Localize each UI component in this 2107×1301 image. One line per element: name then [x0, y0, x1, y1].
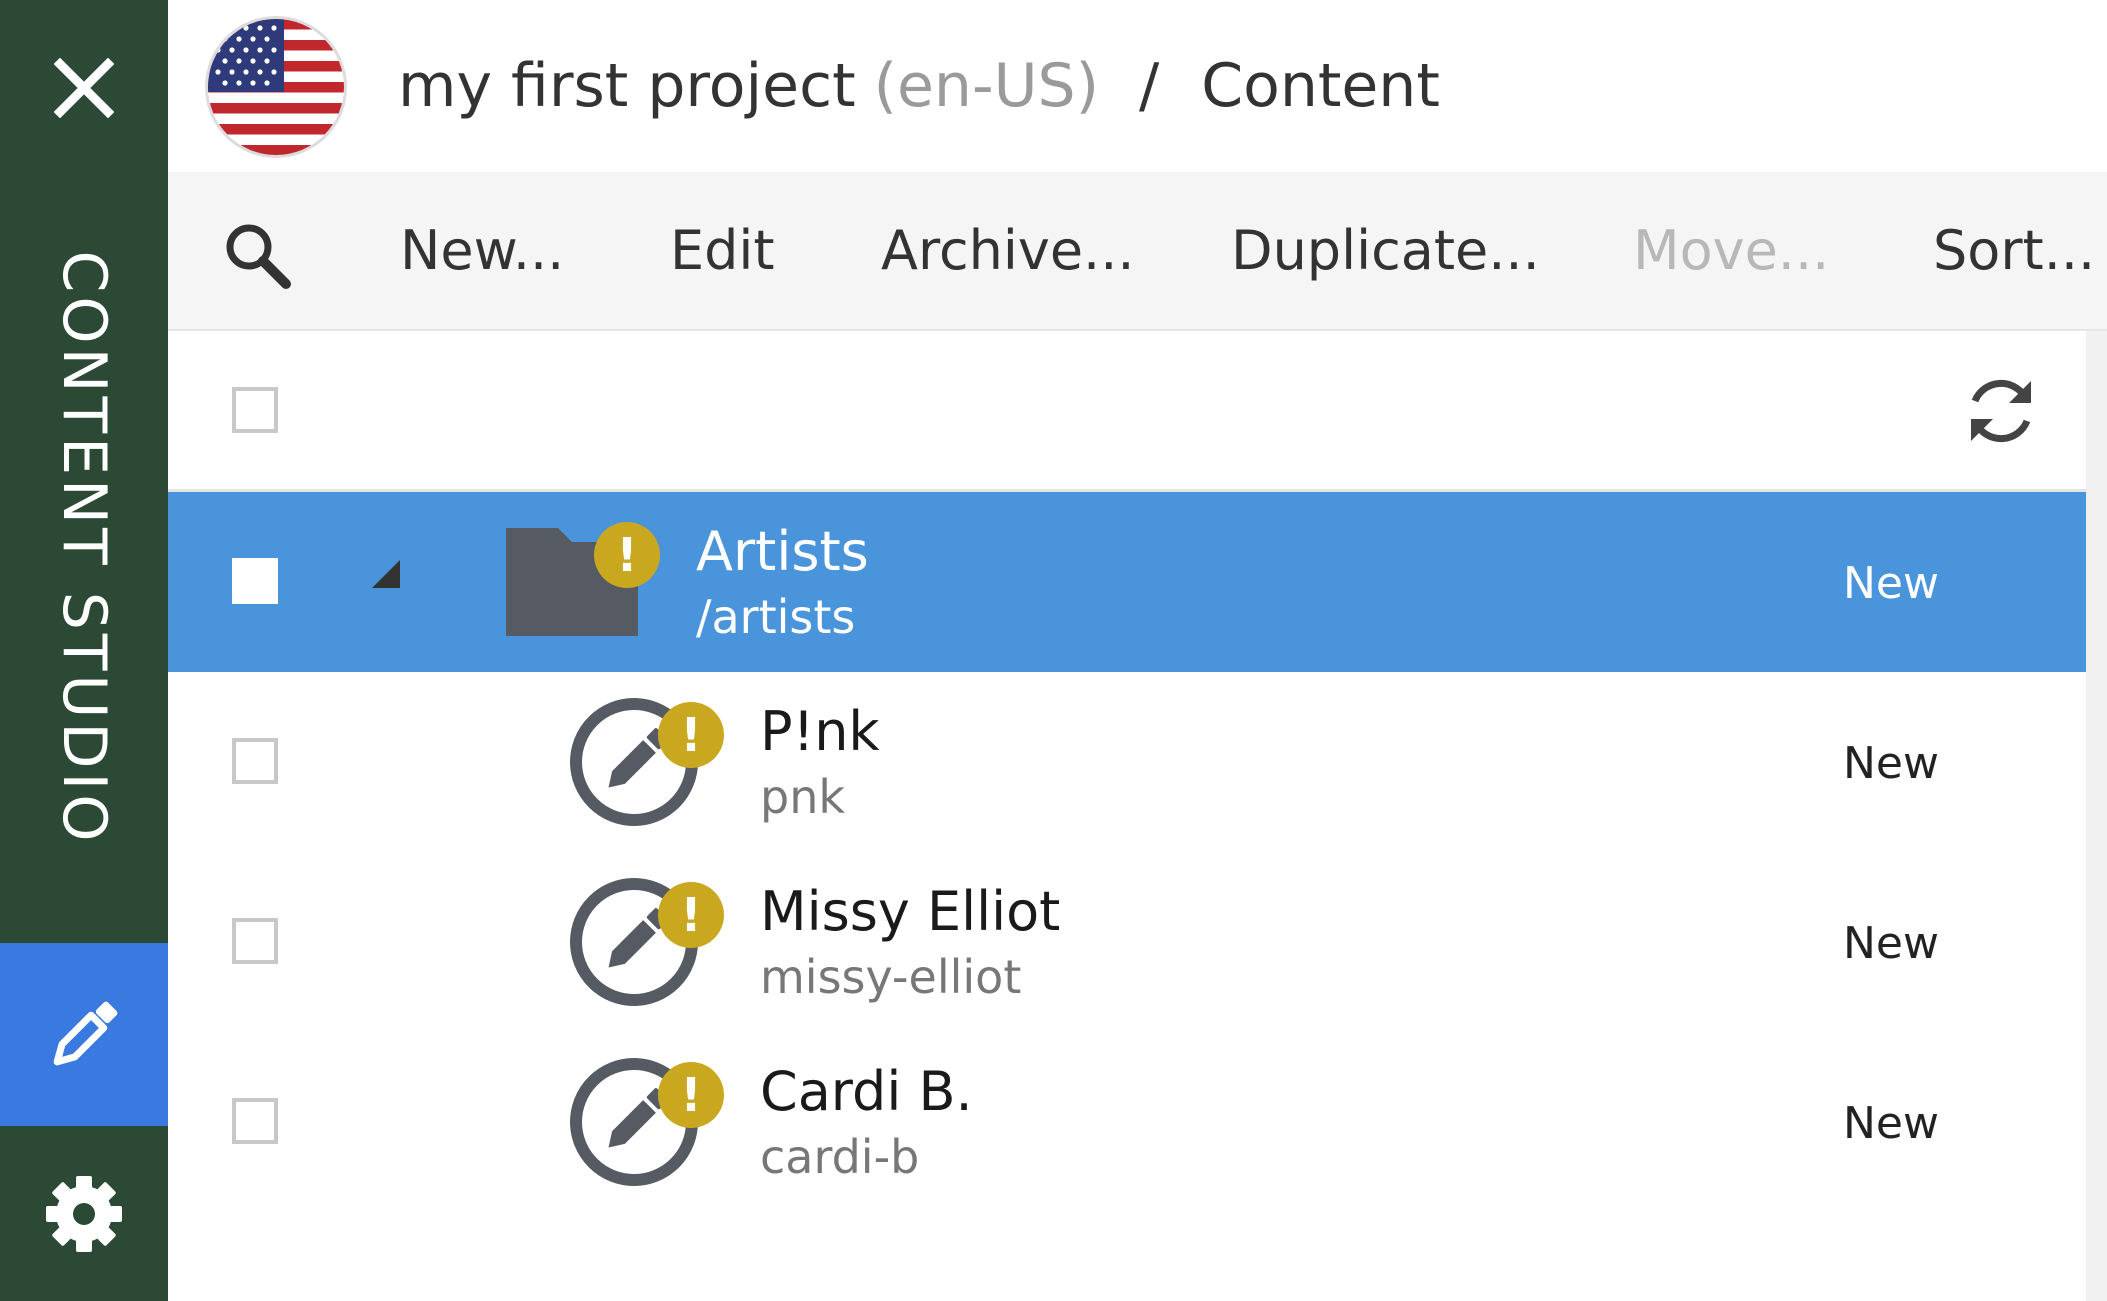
- warning-icon: !: [658, 1062, 724, 1128]
- grid-row-cardi-b[interactable]: ! Cardi B. cardi-b New: [168, 1032, 2086, 1212]
- refresh-icon[interactable]: [1961, 371, 2041, 451]
- grid-header: [168, 331, 2086, 492]
- row-checkbox[interactable]: [232, 738, 278, 784]
- status-badge: New: [1843, 918, 1939, 969]
- row-checkbox[interactable]: [232, 558, 278, 604]
- edit-button[interactable]: Edit: [670, 172, 775, 329]
- close-button[interactable]: [0, 30, 168, 145]
- app-sidebar: CONTENT STUDIO: [0, 0, 168, 1301]
- us-flag-icon: [208, 19, 344, 155]
- row-path: missy-elliot: [760, 950, 1022, 1004]
- row-path: /artists: [696, 590, 856, 644]
- gear-icon: [46, 1175, 122, 1252]
- row-title: P!nk: [760, 700, 880, 763]
- project-name[interactable]: my first project: [398, 51, 856, 121]
- nav-content-studio[interactable]: [0, 943, 168, 1126]
- move-button: Move...: [1633, 219, 1830, 282]
- toolbar: New... Edit Archive... Duplicate... Move…: [168, 172, 2107, 331]
- row-path: cardi-b: [760, 1130, 920, 1184]
- grid-row-missy-elliot[interactable]: ! Missy Elliot missy-elliot New: [168, 852, 2086, 1032]
- project-language: (en-US): [873, 51, 1100, 121]
- nav-settings[interactable]: [0, 1126, 168, 1301]
- project-flag[interactable]: [208, 19, 344, 155]
- breadcrumb-separator: /: [1139, 51, 1160, 121]
- row-title: Cardi B.: [760, 1060, 973, 1123]
- warning-icon: !: [658, 882, 724, 948]
- grid-row-artists[interactable]: ! Artists /artists New: [168, 492, 2086, 672]
- grid-row-pnk[interactable]: ! P!nk pnk New: [168, 672, 2086, 852]
- archive-button[interactable]: Archive...: [881, 172, 1135, 329]
- section-title: Content: [1201, 51, 1440, 121]
- sort-button[interactable]: Sort...: [1933, 172, 2095, 329]
- new-button[interactable]: New...: [400, 172, 564, 329]
- search-icon[interactable]: [222, 220, 292, 290]
- status-badge: New: [1843, 1098, 1939, 1149]
- duplicate-button[interactable]: Duplicate...: [1231, 172, 1540, 329]
- row-path: pnk: [760, 770, 845, 824]
- row-checkbox[interactable]: [232, 1098, 278, 1144]
- row-title: Missy Elliot: [760, 880, 1061, 943]
- row-title: Artists: [696, 520, 869, 583]
- status-badge: New: [1843, 558, 1939, 609]
- close-icon: [54, 57, 114, 118]
- select-all-checkbox[interactable]: [232, 387, 278, 433]
- warning-icon: !: [594, 522, 660, 588]
- expand-toggle[interactable]: [372, 560, 400, 588]
- breadcrumb: my first project (en-US) / Content: [398, 0, 1440, 172]
- status-badge: New: [1843, 738, 1939, 789]
- app-name: CONTENT STUDIO: [49, 250, 119, 846]
- warning-icon: !: [658, 702, 724, 768]
- row-checkbox[interactable]: [232, 918, 278, 964]
- content-grid: ! Artists /artists New ! P!nk pnk New !: [168, 331, 2086, 1301]
- grid-scrollbar[interactable]: [2086, 331, 2107, 1301]
- pencil-icon: [53, 1001, 118, 1065]
- app-header: my first project (en-US) / Content: [168, 0, 2107, 172]
